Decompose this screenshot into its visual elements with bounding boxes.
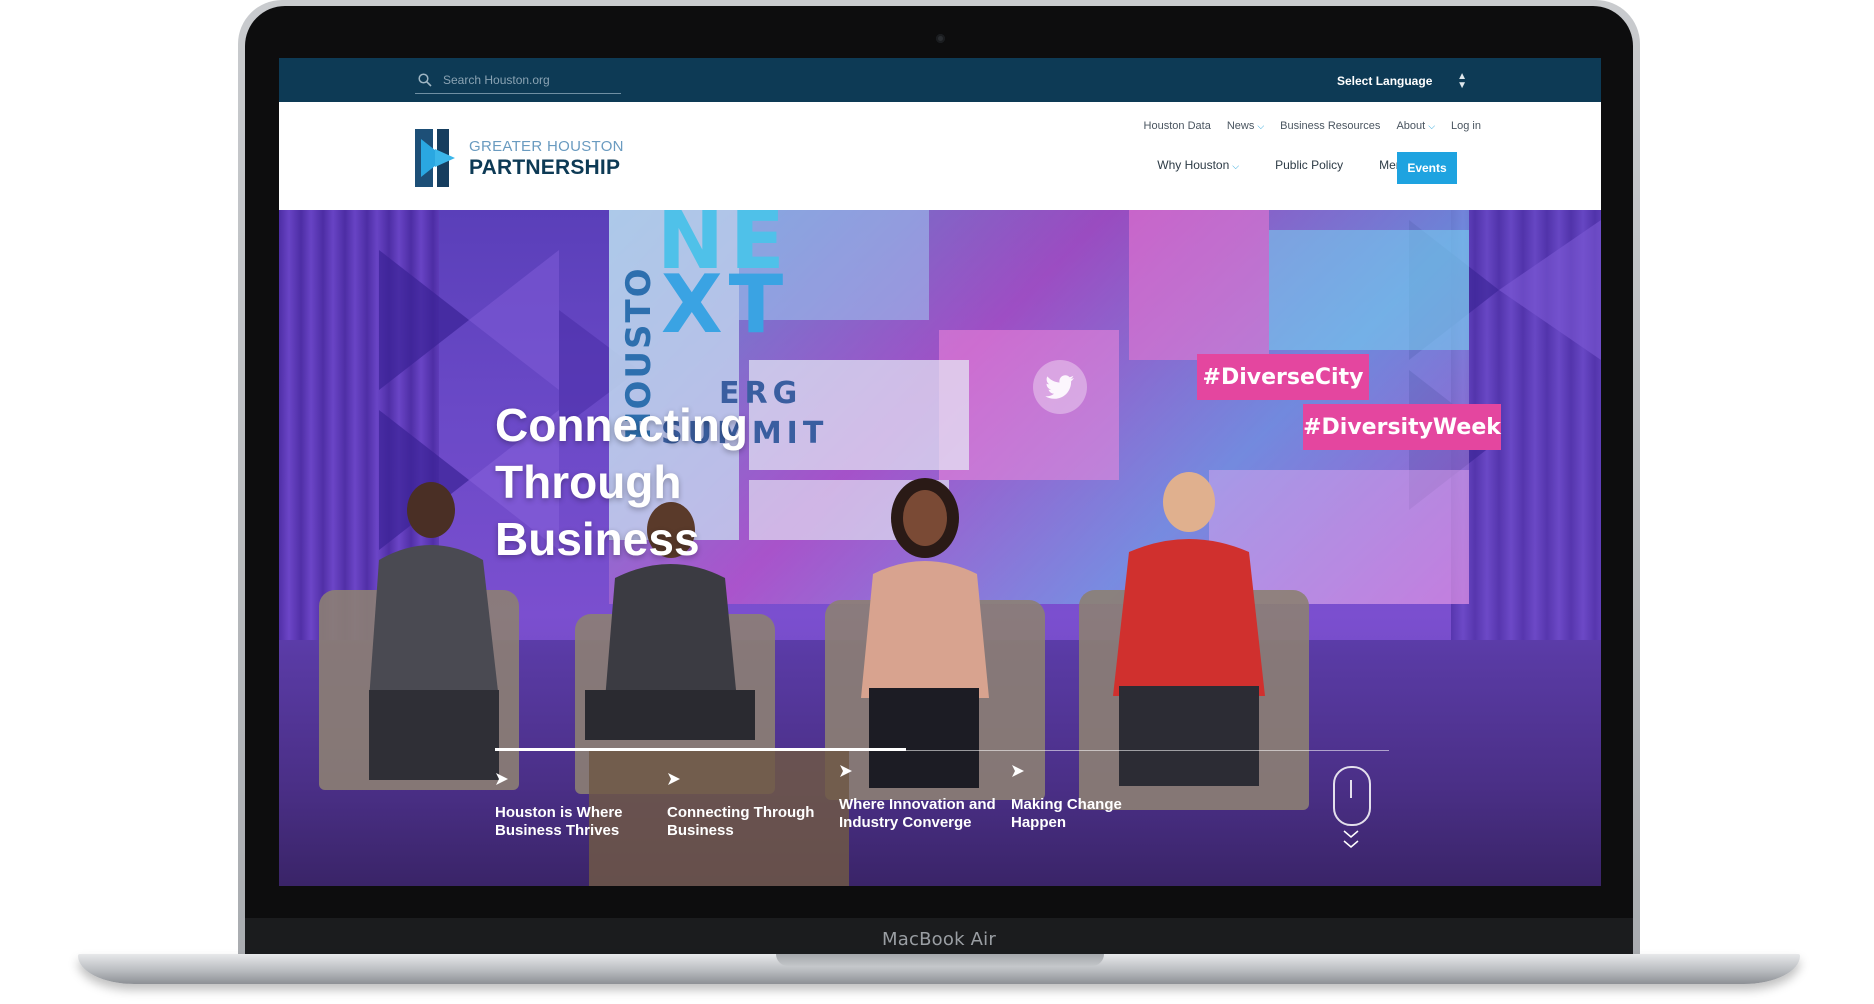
hero-title-line-2: Through [495, 455, 682, 508]
utility-nav: Houston Data News ⌵ Business Resources Ab… [1144, 120, 1481, 132]
slide-link-1[interactable]: Houston is Where Business Thrives [495, 772, 675, 840]
search-box[interactable] [415, 67, 621, 94]
nav-label: Why Houston [1157, 158, 1230, 172]
laptop-notch [776, 954, 1104, 966]
nav-label: Log in [1451, 120, 1481, 132]
arrow-right-icon [496, 773, 508, 785]
search-input[interactable] [443, 73, 613, 87]
hero-title-line-1: Connecting [495, 398, 748, 451]
scroll-wheel [1350, 780, 1352, 798]
backdrop-big-text-2: XT [661, 258, 790, 351]
top-utility-bar: Select Language ▲▼ [279, 58, 1601, 102]
nav-label: Public Policy [1275, 158, 1344, 172]
site-header: GREATER HOUSTON PARTNERSHIP Houston Data… [279, 102, 1601, 210]
select-arrows-icon: ▲ ▼ [1457, 71, 1467, 91]
device-label: MacBook Air [882, 928, 996, 950]
logo-line-1: GREATER HOUSTON [469, 137, 624, 155]
nav-public-policy[interactable]: Public Policy [1275, 158, 1343, 172]
hero-title: Connecting Through Business [495, 397, 855, 568]
slide-line-2: Business [667, 822, 734, 839]
arrow-right-icon [668, 773, 680, 785]
chevron-down-icon: ⌵ [1257, 121, 1265, 131]
browser-screen: Select Language ▲▼ GREATER HOUSTON PARTN… [279, 58, 1601, 886]
language-select[interactable]: Select Language ▲ ▼ [1337, 71, 1467, 91]
nav-label: Houston Data [1143, 120, 1211, 132]
hashtag-diversityweek: #DiversityWeek [1303, 404, 1501, 450]
panelist-4 [1113, 472, 1265, 786]
nav-log-in[interactable]: Log in [1451, 120, 1481, 132]
slider-progress [495, 748, 906, 751]
slide-line-2: Happen [1011, 814, 1067, 831]
slide-line-1: Houston is Where [495, 804, 623, 821]
nav-news[interactable]: News ⌵ [1227, 120, 1264, 132]
twitter-icon-circle [1033, 360, 1087, 414]
language-select-label: Select Language [1337, 74, 1433, 88]
slide-link-3[interactable]: Where Innovation and Industry Converge [839, 764, 1019, 832]
nav-about[interactable]: About ⌵ [1396, 120, 1435, 132]
camera-icon [936, 34, 945, 43]
slide-line-2: Business Thrives [495, 822, 620, 839]
chevron-down-icon: ⌵ [1428, 121, 1436, 131]
nav-why-houston[interactable]: Why Houston ⌵ [1157, 158, 1239, 172]
slide-line-1: Making Change [1011, 796, 1122, 813]
logo-wordmark: GREATER HOUSTON PARTNERSHIP [469, 139, 624, 178]
slide-link-2[interactable]: Connecting Through Business [667, 772, 847, 840]
search-icon [418, 73, 432, 87]
panelist-3 [861, 478, 989, 788]
nav-label: News [1226, 120, 1255, 132]
chevron-down-icon[interactable] [1341, 828, 1361, 852]
scroll-down-mouse-icon[interactable] [1333, 766, 1371, 826]
events-button[interactable]: Events [1397, 152, 1457, 184]
slide-line-2: Industry Converge [839, 814, 972, 831]
backdrop-tile [1129, 210, 1269, 360]
hero-title-line-3: Business [495, 512, 700, 565]
chevron-down-icon: ⌵ [1232, 161, 1240, 171]
slide-line-1: Connecting Through [667, 804, 815, 821]
nav-label: Business Resources [1280, 120, 1381, 132]
twitter-icon [1045, 375, 1074, 399]
logo-mark-icon [415, 129, 455, 187]
backdrop-tile [1269, 230, 1469, 350]
nav-business-resources[interactable]: Business Resources [1280, 120, 1380, 132]
slide-line-1: Where Innovation and [839, 796, 996, 813]
nav-houston-data[interactable]: Houston Data [1144, 120, 1211, 132]
site-logo[interactable]: GREATER HOUSTON PARTNERSHIP [415, 128, 655, 188]
logo-line-2: PARTNERSHIP [469, 155, 621, 179]
arrow-right-icon [1012, 765, 1024, 777]
slide-link-4[interactable]: Making Change Happen [1011, 764, 1191, 832]
panelist-1 [369, 482, 499, 780]
arrow-right-icon [840, 765, 852, 777]
hashtag-diversecity: #DiverseCity [1197, 354, 1369, 400]
nav-label: About [1396, 120, 1426, 132]
hero-banner: HOUSTO NE XT ERG SUMMIT #DiverseCity #Di… [279, 210, 1601, 886]
